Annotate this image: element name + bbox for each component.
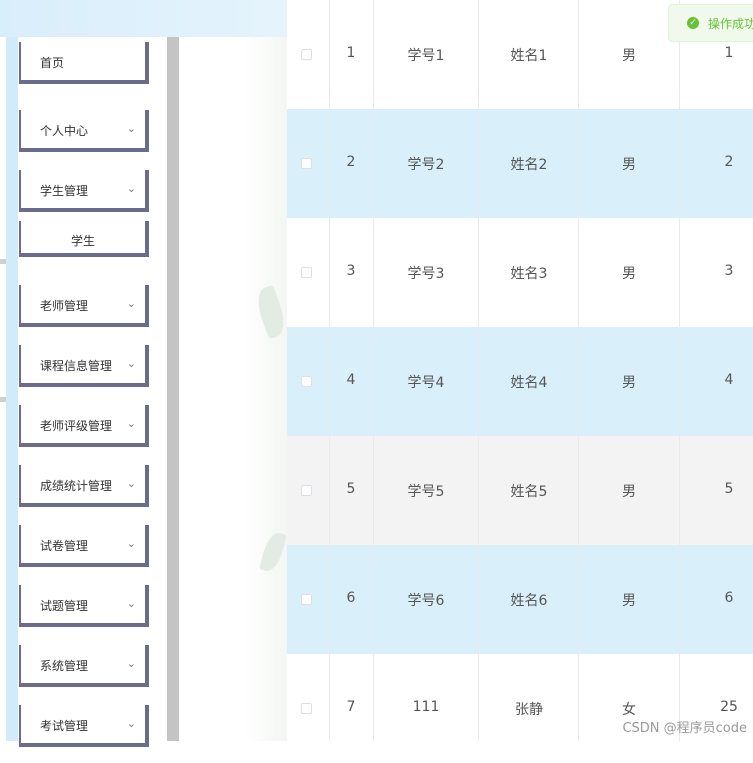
- column-divider: [373, 0, 374, 741]
- table-cell-student-id: 学号3: [407, 266, 445, 282]
- table-cell-gender: 男: [622, 375, 636, 391]
- chevron-down-icon: ⌄: [126, 357, 136, 370]
- check-circle-icon: ✓: [687, 17, 699, 29]
- column-divider: [679, 0, 680, 741]
- table-cell-name: 姓名4: [510, 375, 548, 391]
- column-divider: [478, 0, 479, 741]
- table-cell-age: 6: [724, 590, 734, 606]
- table-cell-age: 4: [724, 372, 734, 388]
- background-decoration: [180, 37, 290, 741]
- data-table: 1 学号1 姓名1 男 1 2 学号2 姓名2 男 2 3 学号3 姓名3 男 3 4 学号4 姓名4 男 4 5 学号5…: [287, 0, 753, 763]
- edge-tick: [0, 259, 6, 264]
- table-row: 7 111 张静 女 25: [287, 654, 753, 763]
- sidebar: 首页个人中心 ⌄ 学生管理 ⌄ 学生老师管理 ⌄ 课程信息管理 ⌄ 老师评级管理 ⌄ 成绩统计管理 ⌄…: [0, 37, 180, 747]
- success-toast: ✓ 操作成功: [668, 4, 753, 42]
- sidebar-item[interactable]: 老师管理 ⌄: [19, 285, 149, 327]
- sidebar-item-label: 学生管理: [40, 184, 89, 198]
- table-cell-age: 25: [720, 699, 738, 715]
- sidebar-item-label: 系统管理: [40, 659, 89, 673]
- sidebar-item[interactable]: 老师评级管理 ⌄: [19, 405, 149, 447]
- table-cell-index: 2: [346, 154, 356, 170]
- table-cell-index: 1: [346, 45, 356, 61]
- sidebar-scroll-rail[interactable]: [167, 37, 179, 741]
- table-cell-name: 姓名2: [510, 157, 548, 173]
- table-cell-name: 姓名3: [510, 266, 548, 282]
- sidebar-item[interactable]: 成绩统计管理 ⌄: [19, 465, 149, 507]
- table-cell-name: 姓名6: [510, 593, 548, 609]
- table-cell-index: 5: [346, 481, 356, 497]
- sidebar-item-label: 老师评级管理: [40, 419, 113, 433]
- sidebar-item-label: 试题管理: [40, 599, 89, 613]
- sidebar-item[interactable]: 个人中心 ⌄: [19, 110, 149, 152]
- sidebar-item-label: 成绩统计管理: [40, 479, 113, 493]
- chevron-down-icon: ⌄: [126, 122, 136, 135]
- table-cell-gender: 男: [622, 484, 636, 500]
- sidebar-item-label: 试卷管理: [40, 539, 89, 553]
- sidebar-item-label: 首页: [40, 56, 65, 70]
- sidebar-item-label: 学生: [70, 234, 95, 248]
- table-cell-student-id: 学号4: [407, 375, 445, 391]
- sidebar-item-label: 个人中心: [40, 124, 89, 138]
- chevron-down-icon: ⌄: [126, 537, 136, 550]
- sidebar-item[interactable]: 试题管理 ⌄: [19, 585, 149, 627]
- table-cell-index: 6: [346, 590, 356, 606]
- table-cell-student-id: 111: [412, 699, 440, 715]
- sidebar-item[interactable]: 学生管理 ⌄: [19, 170, 149, 212]
- table-cell-gender: 男: [622, 48, 636, 64]
- column-divider: [578, 0, 579, 741]
- column-divider: [329, 0, 330, 741]
- table-cell-gender: 男: [622, 593, 636, 609]
- table-cell-gender: 女: [622, 702, 636, 718]
- sidebar-item[interactable]: 试卷管理 ⌄: [19, 525, 149, 567]
- toast-message: 操作成功: [708, 16, 753, 31]
- table-row: 4 学号4 姓名4 男 4: [287, 327, 753, 436]
- sidebar-item[interactable]: 学生: [19, 221, 149, 257]
- chevron-down-icon: ⌄: [126, 297, 136, 310]
- table-cell-age: 2: [724, 154, 734, 170]
- table-cell-age: 3: [724, 263, 734, 279]
- table-cell-student-id: 学号5: [407, 484, 445, 500]
- sidebar-item[interactable]: 课程信息管理 ⌄: [19, 345, 149, 387]
- leaf-decoration: [252, 284, 290, 340]
- table-cell-gender: 男: [622, 266, 636, 282]
- sidebar-item-label: 考试管理: [40, 719, 89, 733]
- sidebar-item-label: 老师管理: [40, 299, 89, 313]
- table-cell-age: 1: [724, 45, 734, 61]
- chevron-down-icon: ⌄: [126, 717, 136, 730]
- chevron-down-icon: ⌄: [126, 657, 136, 670]
- chevron-down-icon: ⌄: [126, 417, 136, 430]
- edge-tick: [0, 397, 6, 402]
- table-cell-index: 3: [346, 263, 356, 279]
- table-cell-name: 张静: [515, 702, 543, 718]
- table-cell-age: 5: [724, 481, 734, 497]
- table-row: 5 学号5 姓名5 男 5: [287, 436, 753, 545]
- sidebar-accent-strip: [6, 37, 18, 741]
- table-row: 3 学号3 姓名3 男 3: [287, 218, 753, 327]
- table-cell-student-id: 学号1: [407, 48, 445, 64]
- sidebar-item[interactable]: 首页: [19, 42, 149, 84]
- sidebar-item[interactable]: 系统管理 ⌄: [19, 645, 149, 687]
- leaf-decoration: [259, 530, 287, 574]
- table-cell-gender: 男: [622, 157, 636, 173]
- chevron-down-icon: ⌄: [126, 597, 136, 610]
- table-cell-student-id: 学号6: [407, 593, 445, 609]
- sidebar-item-label: 课程信息管理: [40, 359, 113, 373]
- chevron-down-icon: ⌄: [126, 182, 136, 195]
- table-cell-index: 4: [346, 372, 356, 388]
- table-row: 6 学号6 姓名6 男 6: [287, 545, 753, 654]
- table-cell-index: 7: [346, 699, 356, 715]
- table-row: 2 学号2 姓名2 男 2: [287, 109, 753, 218]
- chevron-down-icon: ⌄: [126, 477, 136, 490]
- table-cell-name: 姓名5: [510, 484, 548, 500]
- watermark: CSDN @程序员code: [622, 721, 747, 736]
- table-cell-student-id: 学号2: [407, 157, 445, 173]
- table-cell-name: 姓名1: [510, 48, 548, 64]
